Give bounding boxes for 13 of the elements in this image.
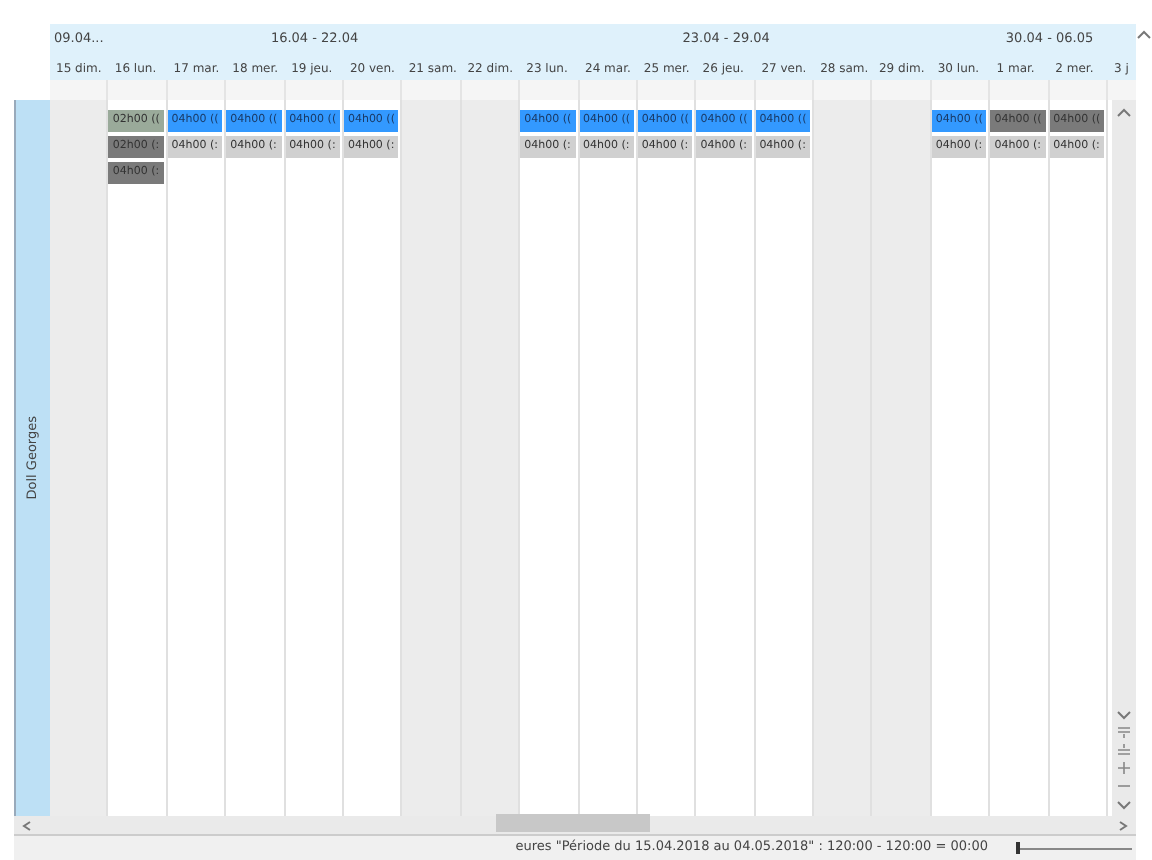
scrollbar-thumb[interactable] (496, 814, 650, 832)
scroll-left-icon[interactable] (20, 819, 36, 831)
scroll-up-icon[interactable] (1116, 106, 1132, 118)
scroll-right-icon[interactable] (1114, 819, 1130, 831)
scroll-down-icon[interactable] (1116, 708, 1132, 720)
zoom-in-icon[interactable] (1118, 762, 1130, 774)
scroll-up-icon[interactable] (1136, 28, 1152, 40)
vertical-scrollbar[interactable] (1112, 100, 1136, 816)
collapse-icon[interactable] (1118, 744, 1130, 756)
zoom-slider[interactable] (1016, 842, 1132, 854)
scroll-down-icon[interactable] (1116, 798, 1132, 810)
zoom-out-icon[interactable] (1118, 780, 1130, 792)
expand-icon[interactable] (1118, 726, 1130, 738)
